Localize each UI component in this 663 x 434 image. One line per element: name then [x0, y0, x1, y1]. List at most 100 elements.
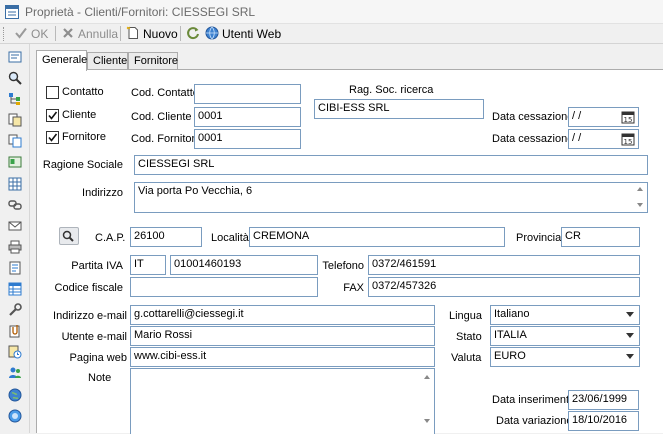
telefono-field[interactable]: 0372/461591 — [368, 255, 640, 275]
copy-icon — [8, 134, 22, 151]
ok-button[interactable]: OK — [14, 26, 48, 42]
annulla-button[interactable]: Annulla — [61, 26, 118, 42]
data-cessazione-value-2: / / — [572, 132, 582, 144]
contatto-checkbox[interactable] — [46, 86, 59, 99]
refresh-button[interactable] — [186, 26, 200, 42]
sidebar-search-button[interactable] — [7, 71, 23, 87]
telefono-label: Telefono — [322, 260, 364, 272]
indirizzo-field[interactable]: Via porta Po Vecchia, 6 — [134, 182, 648, 213]
localita-label: Località — [211, 232, 249, 244]
sidebar — [0, 44, 30, 433]
attachment-icon — [8, 324, 22, 341]
calendar-icon[interactable]: 15 — [621, 132, 635, 146]
scroll-up-icon[interactable] — [424, 375, 430, 379]
calendar-icon[interactable]: 15 — [621, 110, 635, 124]
tab-cliente[interactable]: Cliente — [87, 52, 128, 70]
checkmark-icon — [48, 133, 58, 142]
email-field[interactable]: g.cottarelli@ciessegi.it — [130, 305, 435, 325]
chevron-down-icon — [626, 312, 634, 317]
nuovo-button[interactable]: Nuovo — [126, 26, 178, 42]
provincia-field[interactable]: CR — [561, 227, 640, 247]
cliente-label: Cliente — [62, 109, 97, 121]
data-cessazione-label-2: Data cessazione — [492, 133, 574, 145]
rag-soc-ricerca-field[interactable]: CIBI-ESS SRL — [314, 99, 484, 119]
card-icon — [8, 155, 22, 172]
window-title: Proprietà - Clienti/Fornitori: CIESSEGI … — [25, 5, 256, 19]
fornitore-checkbox[interactable] — [46, 131, 59, 144]
sidebar-report-button[interactable] — [7, 261, 23, 277]
cod-contatto-label: Cod. Contatto — [131, 87, 199, 99]
sidebar-documents-button[interactable] — [7, 113, 23, 129]
localita-field[interactable]: CREMONA — [249, 227, 505, 247]
table-icon — [8, 282, 22, 299]
svg-text:15: 15 — [624, 116, 633, 124]
sidebar-attach-button[interactable] — [7, 324, 23, 340]
sidebar-table-button[interactable] — [7, 282, 23, 298]
partita-iva-country-field[interactable]: IT — [130, 255, 166, 275]
new-document-icon — [126, 26, 140, 43]
cod-fornitore-field[interactable]: 0001 — [194, 129, 301, 149]
pagina-web-field[interactable]: www.cibi-ess.it — [130, 347, 435, 367]
grid-icon — [8, 177, 22, 194]
note-textarea[interactable] — [130, 368, 435, 434]
partita-iva-label: Partita IVA — [71, 260, 123, 272]
address-lookup-button[interactable] — [59, 227, 79, 245]
search-icon — [62, 230, 74, 242]
toolbar-separator — [180, 26, 181, 41]
scroll-up-icon[interactable] — [637, 187, 643, 191]
cap-field[interactable]: 26100 — [130, 227, 202, 247]
cod-cliente-field[interactable]: 0001 — [194, 107, 301, 127]
ragione-sociale-label: Ragione Sociale — [42, 159, 123, 171]
sidebar-web-button[interactable] — [7, 388, 23, 404]
provincia-label: Provincia — [516, 232, 562, 244]
valuta-select[interactable]: EURO — [490, 347, 640, 367]
cod-contatto-field[interactable] — [194, 84, 301, 104]
refresh-icon — [186, 26, 200, 43]
email-label: Indirizzo e-mail — [53, 310, 127, 322]
scroll-down-icon[interactable] — [424, 419, 430, 423]
indirizzo-label: Indirizzo — [82, 187, 123, 199]
utenti-web-button[interactable]: Utenti Web — [205, 26, 281, 42]
sidebar-grid-button[interactable] — [7, 177, 23, 193]
checkmark-icon — [48, 111, 58, 120]
stato-label: Stato — [456, 331, 482, 343]
scroll-down-icon[interactable] — [637, 203, 643, 207]
sidebar-link-button[interactable] — [7, 198, 23, 214]
cod-fornitore-label: Cod. Fornitore — [131, 133, 202, 145]
sidebar-print-button[interactable] — [7, 240, 23, 256]
ragione-sociale-field[interactable]: CIESSEGI SRL — [134, 155, 648, 175]
tools-icon — [8, 302, 22, 320]
data-cessazione-field-2[interactable]: / / 15 — [568, 129, 639, 149]
data-cessazione-field-1[interactable]: / / 15 — [568, 107, 639, 127]
documents-icon — [8, 113, 22, 130]
sidebar-mail-button[interactable] — [7, 219, 23, 235]
svg-text:15: 15 — [624, 138, 633, 146]
lingua-select[interactable]: Italiano — [490, 305, 640, 325]
app-icon — [5, 5, 19, 19]
form-icon — [8, 50, 22, 67]
history-icon — [8, 345, 22, 362]
fax-label: FAX — [343, 282, 364, 294]
sidebar-properties-button[interactable] — [7, 50, 23, 66]
sidebar-copy-button[interactable] — [7, 134, 23, 150]
sidebar-info-button[interactable] — [7, 409, 23, 425]
valuta-value: EURO — [494, 350, 526, 362]
tab-generale[interactable]: Generale — [36, 50, 87, 71]
toolbar-separator — [120, 26, 121, 41]
utente-email-field[interactable]: Mario Rossi — [130, 326, 435, 346]
tab-fornitore[interactable]: Fornitore — [128, 52, 178, 70]
sidebar-history-button[interactable] — [7, 345, 23, 361]
sidebar-card-button[interactable] — [7, 155, 23, 171]
cliente-checkbox[interactable] — [46, 109, 59, 122]
stato-select[interactable]: ITALIA — [490, 326, 640, 346]
codice-fiscale-field[interactable] — [130, 277, 318, 297]
sidebar-tree-button[interactable] — [7, 92, 23, 108]
stato-value: ITALIA — [494, 329, 527, 341]
users-icon — [8, 366, 22, 383]
sidebar-tools-button[interactable] — [7, 302, 23, 320]
lingua-label: Lingua — [449, 310, 483, 322]
sidebar-users-button[interactable] — [7, 366, 23, 382]
fax-field[interactable]: 0372/457326 — [368, 277, 640, 297]
contatto-label: Contatto — [62, 86, 104, 98]
partita-iva-field[interactable]: 01001460193 — [170, 255, 318, 275]
